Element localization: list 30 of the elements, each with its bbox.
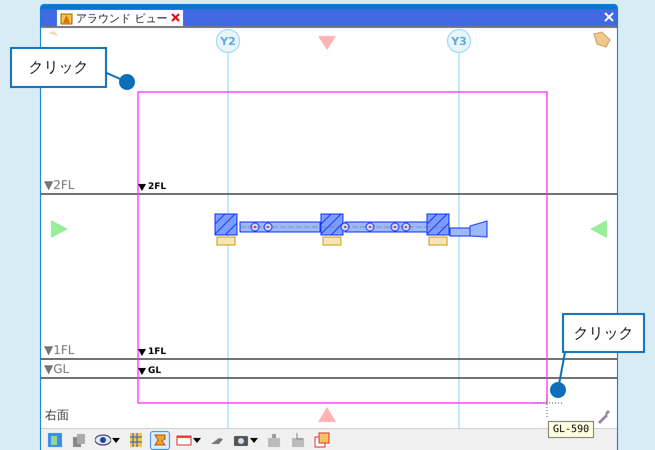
view-label: 右面 <box>45 407 69 424</box>
dotted-guide-line <box>534 394 562 420</box>
callout-label: クリック <box>10 47 107 88</box>
eyedropper-icon[interactable] <box>598 410 610 424</box>
grid-axis-bubble: Y2 <box>216 29 240 53</box>
level-marker-icon <box>138 368 146 374</box>
level-marker-icon <box>138 348 146 356</box>
caret-icon[interactable] <box>112 438 120 442</box>
level-label: 2FL <box>148 182 166 192</box>
level-label: 1FL <box>148 347 166 357</box>
click-point-marker <box>119 74 135 90</box>
caret-icon[interactable] <box>193 438 201 442</box>
level-label: ▼1FL <box>44 343 74 357</box>
grid-icon <box>128 432 144 448</box>
eye-icon <box>95 432 111 448</box>
level-label: ▼GL <box>44 362 70 376</box>
tab-icon <box>60 12 73 24</box>
block-icon <box>71 432 87 448</box>
callout-label: クリック <box>562 313 645 353</box>
grid-axis-bubble: Y3 <box>447 29 471 53</box>
view-tab[interactable]: アラウンド ビュー <box>57 10 182 26</box>
caret-icon[interactable] <box>250 438 258 442</box>
copy-icon <box>314 432 330 448</box>
tooltip: GL-590 <box>548 421 594 438</box>
level-label: GL <box>148 366 162 376</box>
level-label: ▼2FL <box>44 178 74 192</box>
level-marker-icon <box>138 184 146 190</box>
click-point-marker <box>550 382 566 398</box>
model-icon <box>47 432 63 448</box>
tab-close-icon[interactable] <box>170 12 180 24</box>
